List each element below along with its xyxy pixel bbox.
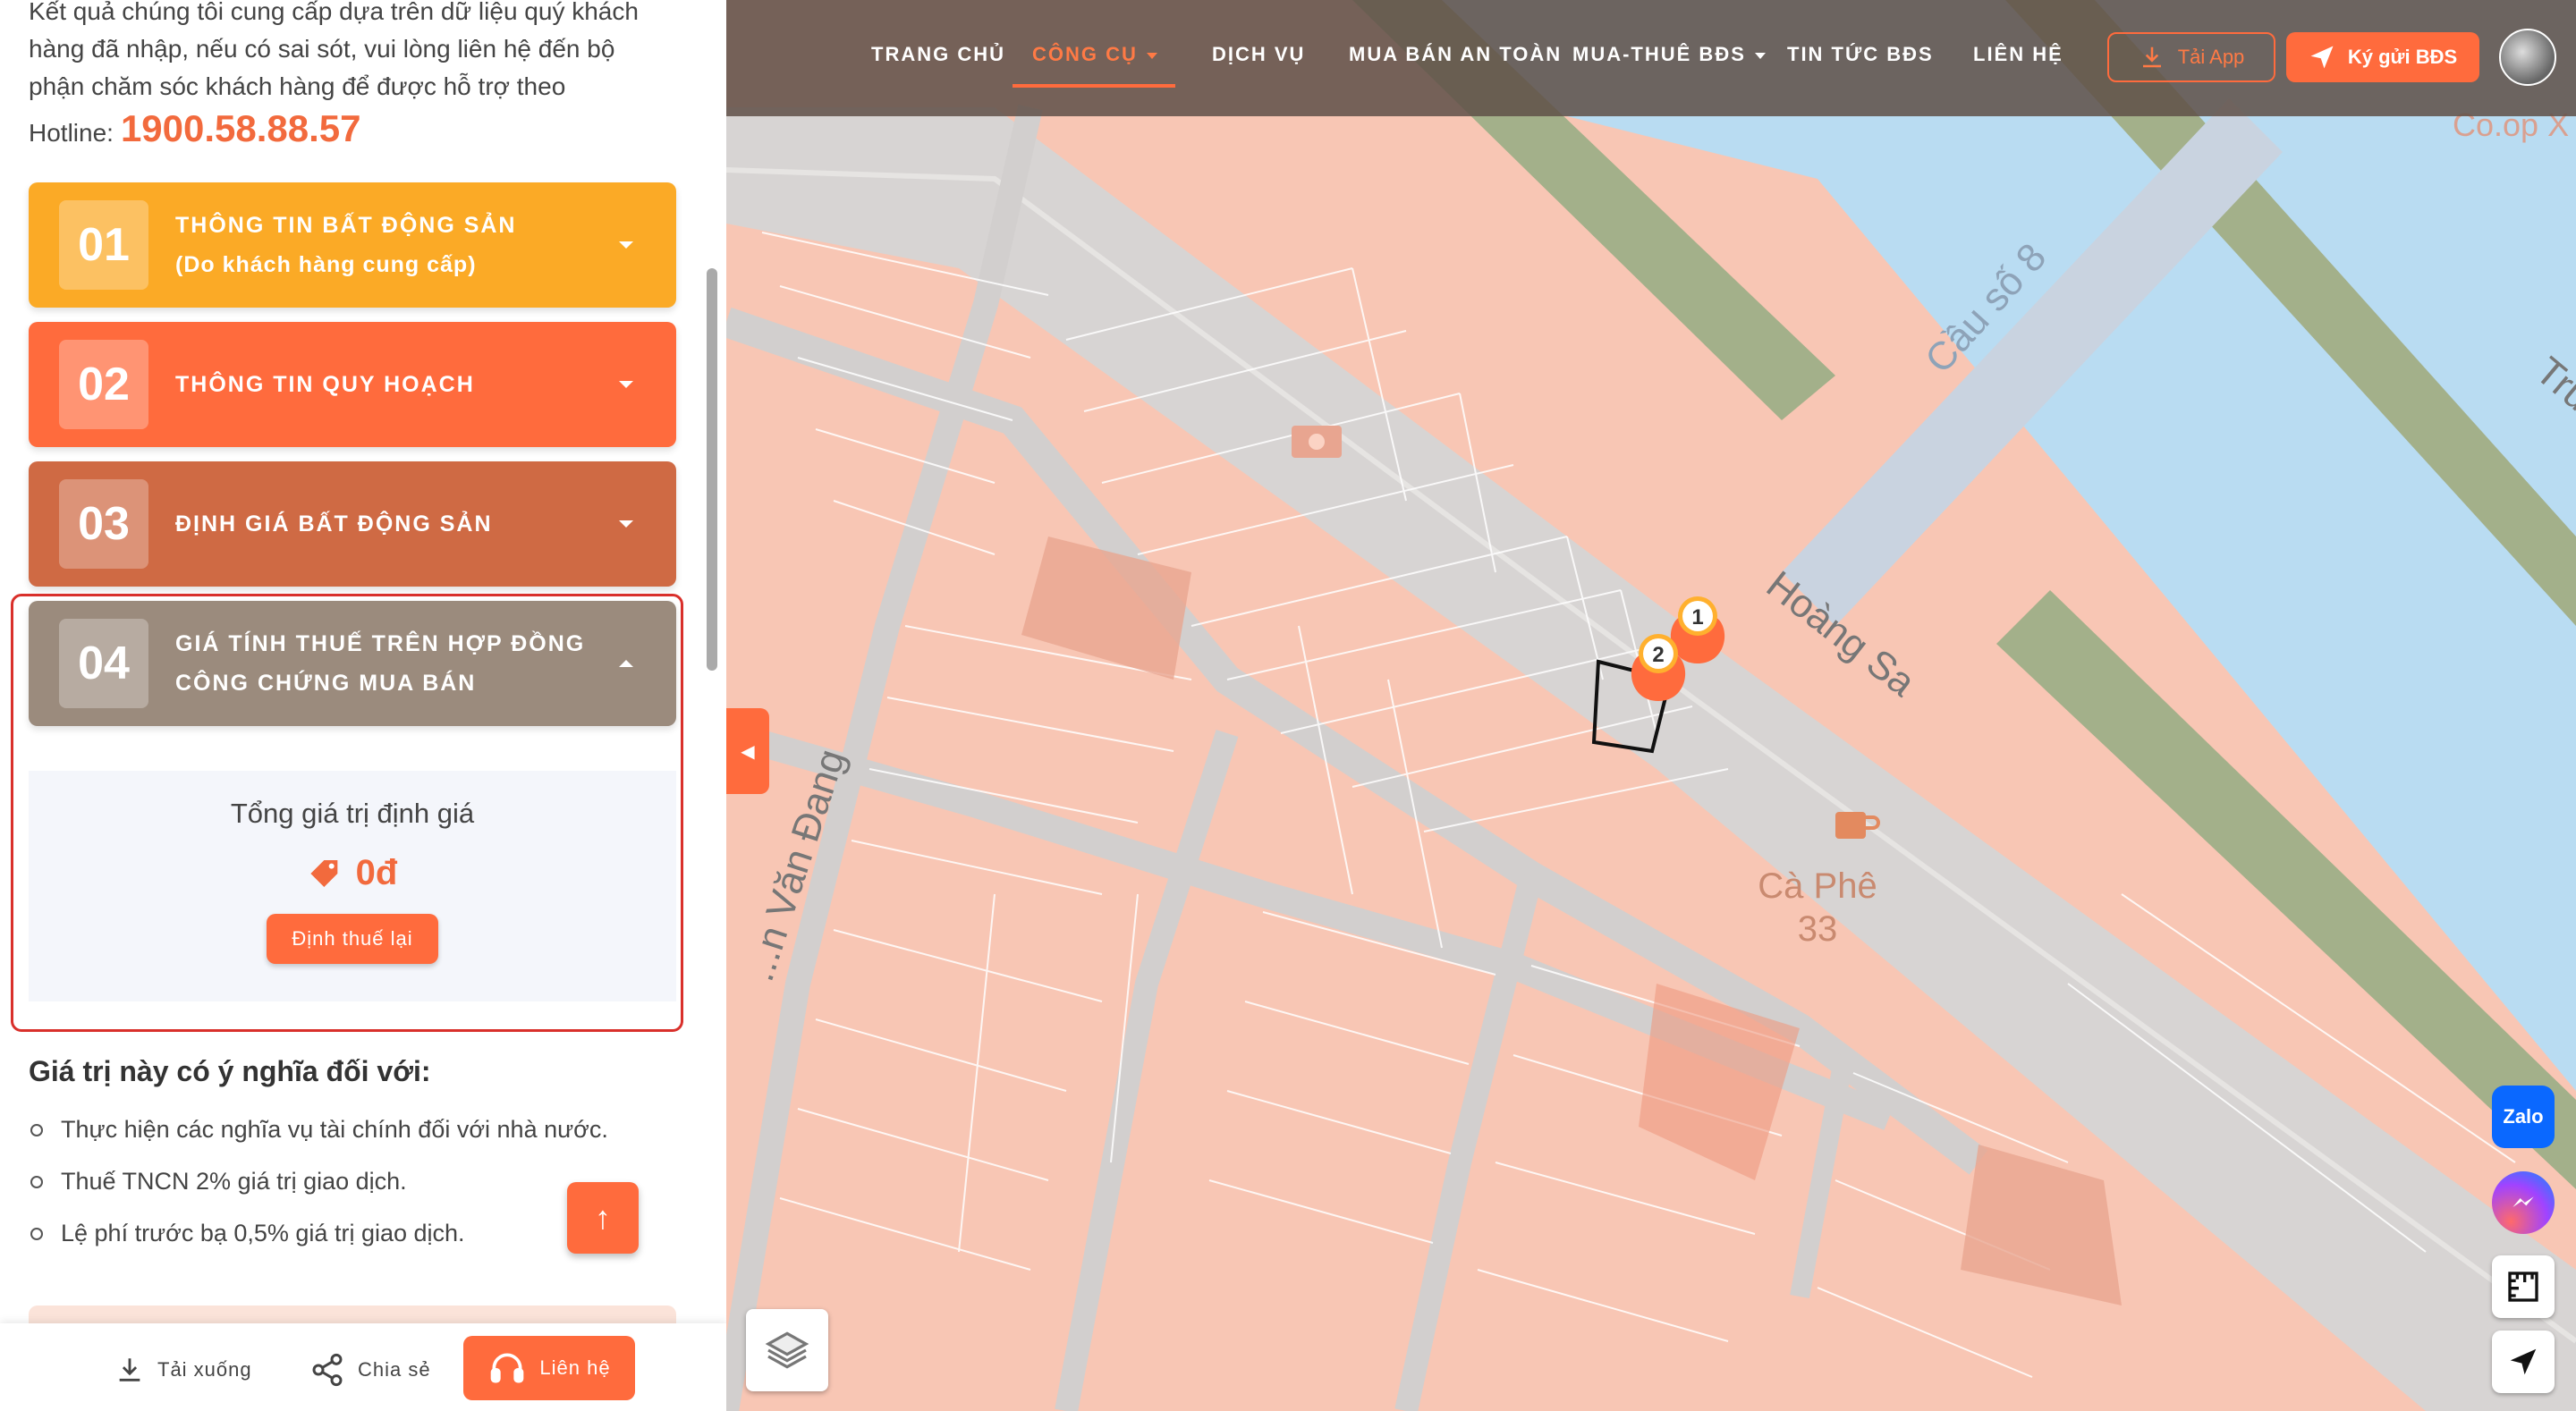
headset-icon bbox=[491, 1353, 524, 1383]
building bbox=[1021, 537, 1191, 680]
section-title-line2: CÔNG CHỨNG MUA BÁN bbox=[175, 671, 477, 696]
download-app-label: Tải App bbox=[2177, 46, 2245, 68]
download-app-button[interactable]: Tải App bbox=[2107, 32, 2275, 82]
arrow-up-icon: ↑ bbox=[595, 1199, 611, 1236]
download-icon bbox=[119, 1358, 140, 1381]
chevron-down-icon bbox=[619, 241, 633, 249]
my-location-button[interactable] bbox=[2492, 1331, 2555, 1393]
recalc-tax-button[interactable]: Định thuế lại bbox=[267, 914, 438, 964]
section-planning-info[interactable]: 02 THÔNG TIN QUY HOẠCH bbox=[29, 322, 676, 447]
scroll-to-top-button[interactable]: ↑ bbox=[567, 1182, 639, 1254]
money-icon bbox=[1292, 426, 1342, 458]
price-tag-icon bbox=[309, 859, 337, 887]
nav-tools[interactable]: CÔNG CỤ bbox=[1032, 43, 1157, 66]
result-label: Tổng giá trị định giá bbox=[230, 798, 475, 829]
messenger-icon bbox=[2512, 1196, 2534, 1207]
building bbox=[1961, 1145, 2122, 1305]
send-icon bbox=[2310, 46, 2334, 69]
meaning-list: Thực hiện các nghĩa vụ tài chính đối với… bbox=[29, 1109, 608, 1264]
share-icon bbox=[312, 1353, 343, 1387]
nav-news[interactable]: TIN TỨC BĐS bbox=[1787, 43, 1934, 66]
consign-label: Ký gửi BĐS bbox=[2347, 46, 2458, 68]
nav-safe-trade[interactable]: MUA BÁN AN TOÀN bbox=[1349, 43, 1562, 66]
layers-icon bbox=[765, 1331, 809, 1369]
section-title-line2: (Do khách hàng cung cấp) bbox=[175, 252, 477, 277]
section-valuation[interactable]: 03 ĐỊNH GIÁ BẤT ĐỘNG SẢN bbox=[29, 461, 676, 587]
zalo-label: Zalo bbox=[2503, 1105, 2544, 1128]
valuation-result: Tổng giá trị định giá 0đ Định thuế lại bbox=[29, 771, 676, 1001]
chevron-down-icon bbox=[619, 381, 633, 388]
nav-home[interactable]: TRANG CHỦ bbox=[871, 43, 1005, 66]
scrollbar[interactable] bbox=[707, 268, 717, 671]
result-value: 0đ bbox=[355, 853, 398, 892]
section-number: 02 bbox=[59, 340, 148, 429]
section-number: 03 bbox=[59, 479, 148, 569]
section-title-line1: THÔNG TIN BẤT ĐỘNG SẢN bbox=[175, 213, 517, 238]
caret-down-icon bbox=[1146, 52, 1157, 59]
messenger-button[interactable] bbox=[2492, 1171, 2555, 1234]
intro-text: Kết quả chúng tôi cung cấp dựa trên dữ l… bbox=[29, 0, 639, 100]
section-title: GIÁ TÍNH THUẾ TRÊN HỢP ĐỒNG CÔNG CHỨNG M… bbox=[175, 624, 619, 703]
nav-contact[interactable]: LIÊN HỆ bbox=[1973, 43, 2063, 66]
result-value-row: 0đ bbox=[29, 853, 676, 893]
collapse-panel-button[interactable]: ◀ bbox=[726, 708, 769, 794]
ruler-icon bbox=[2508, 1272, 2538, 1302]
map-marker-1[interactable]: 1 bbox=[1670, 596, 1725, 663]
contact-button[interactable]: Liên hệ bbox=[463, 1336, 635, 1400]
map-view[interactable]: 1 2 Cầu số 8 Hoàng Sa ...n Văn Đang Cà P… bbox=[726, 0, 2576, 1411]
chevron-down-icon bbox=[619, 520, 633, 528]
section-title: ĐỊNH GIÁ BẤT ĐỘNG SẢN bbox=[175, 511, 493, 537]
zalo-chat-button[interactable]: Zalo bbox=[2492, 1086, 2555, 1148]
marker-label: 1 bbox=[1691, 605, 1703, 629]
map-canvas[interactable]: 1 2 Cầu số 8 Hoàng Sa ...n Văn Đang Cà P… bbox=[726, 0, 2576, 1411]
nav-tools-label: CÔNG CỤ bbox=[1032, 43, 1138, 65]
measure-button[interactable] bbox=[2492, 1255, 2555, 1318]
map-label-poi: 33 bbox=[1798, 909, 1838, 949]
section-number: 01 bbox=[59, 200, 148, 290]
chevron-up-icon bbox=[619, 660, 633, 667]
avatar[interactable] bbox=[2499, 29, 2556, 86]
nav-buy-rent[interactable]: MUA-THUÊ BĐS bbox=[1572, 43, 1766, 66]
share-label: Chia sẻ bbox=[358, 1358, 431, 1381]
map-label-poi: Cà Phê bbox=[1758, 866, 1877, 906]
bottom-action-bar: Tải xuống Chia sẻ Liên hệ bbox=[0, 1323, 726, 1411]
share-button[interactable]: Chia sẻ bbox=[309, 1343, 431, 1397]
marker-label: 2 bbox=[1652, 643, 1664, 667]
caret-down-icon bbox=[1754, 52, 1766, 59]
download-button[interactable]: Tải xuống bbox=[114, 1343, 252, 1397]
meaning-title: Giá trị này có ý nghĩa đối với: bbox=[29, 1055, 431, 1087]
section-title: THÔNG TIN QUY HOẠCH bbox=[175, 372, 475, 397]
left-panel: Kết quả chúng tôi cung cấp dựa trên dữ l… bbox=[0, 0, 726, 1411]
nav-services[interactable]: DỊCH VỤ bbox=[1212, 43, 1305, 66]
download-icon bbox=[2142, 46, 2161, 68]
chevron-left-icon: ◀ bbox=[741, 741, 755, 762]
navigation-arrow-icon bbox=[2510, 1348, 2537, 1375]
hotline: Hotline: 1900.58.88.57 bbox=[29, 107, 361, 150]
section-number: 04 bbox=[59, 619, 148, 708]
nav-active-indicator bbox=[1013, 84, 1175, 88]
consign-property-button[interactable]: Ký gửi BĐS bbox=[2286, 32, 2479, 82]
hotline-number[interactable]: 1900.58.88.57 bbox=[121, 107, 361, 149]
map-layers-button[interactable] bbox=[746, 1309, 828, 1391]
section-title-line1: GIÁ TÍNH THUẾ TRÊN HỢP ĐỒNG bbox=[175, 631, 586, 656]
download-label: Tải xuống bbox=[157, 1358, 252, 1381]
nav-buy-rent-label: MUA-THUÊ BĐS bbox=[1572, 43, 1746, 65]
section-title: THÔNG TIN BẤT ĐỘNG SẢN (Do khách hàng cu… bbox=[175, 206, 619, 284]
hotline-label: Hotline: bbox=[29, 119, 114, 147]
contact-label: Liên hệ bbox=[539, 1356, 611, 1379]
section-tax-price[interactable]: 04 GIÁ TÍNH THUẾ TRÊN HỢP ĐỒNG CÔNG CHỨN… bbox=[29, 601, 676, 726]
list-item: Lệ phí trước bạ 0,5% giá trị giao dịch. bbox=[29, 1212, 608, 1264]
list-item: Thực hiện các nghĩa vụ tài chính đối với… bbox=[29, 1109, 608, 1161]
list-item: Thuế TNCN 2% giá trị giao dịch. bbox=[29, 1161, 608, 1212]
section-property-info[interactable]: 01 THÔNG TIN BẤT ĐỘNG SẢN (Do khách hàng… bbox=[29, 182, 676, 308]
top-navigation: TRANG CHỦ CÔNG CỤ DỊCH VỤ MUA BÁN AN TOÀ… bbox=[726, 0, 2576, 116]
